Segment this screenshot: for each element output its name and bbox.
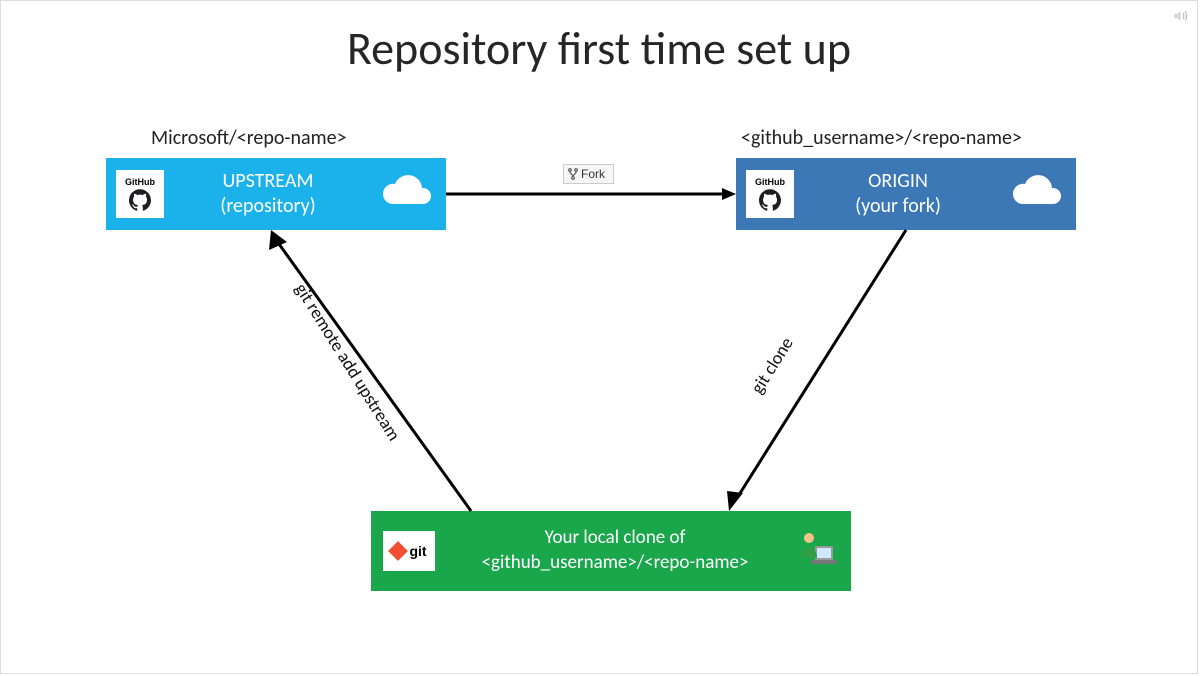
- fork-arrow: [446, 187, 736, 201]
- local-line1: Your local clone of: [545, 526, 686, 549]
- slide: Repository first time set up Microsoft/<…: [0, 0, 1198, 674]
- fork-button-label: Fork: [581, 167, 605, 181]
- origin-box: GitHub ORIGIN (your fork): [736, 158, 1076, 230]
- origin-path-label: <github_username>/<repo-name>: [741, 126, 1022, 150]
- upstream-line2: (repository): [220, 194, 315, 218]
- user-at-computer-icon: [795, 528, 837, 575]
- github-icon: GitHub: [746, 170, 794, 218]
- remote-add-arrow: [261, 230, 481, 515]
- slide-title: Repository first time set up: [1, 21, 1197, 77]
- upstream-box: GitHub UPSTREAM (repository): [106, 158, 446, 230]
- fork-button[interactable]: Fork: [563, 164, 614, 184]
- cloud-icon: [372, 172, 436, 217]
- local-line2: <github_username>/<repo-name>: [482, 551, 749, 574]
- upstream-text: UPSTREAM (repository): [164, 169, 372, 219]
- origin-line2: (your fork): [855, 194, 941, 218]
- upstream-line1: UPSTREAM: [222, 169, 313, 193]
- fork-icon: [568, 168, 578, 180]
- cloud-icon: [1002, 172, 1066, 217]
- origin-line1: ORIGIN: [868, 169, 928, 193]
- git-icon-label: git: [409, 543, 426, 559]
- clone-arrow: [721, 230, 921, 515]
- github-icon-label: GitHub: [125, 178, 155, 187]
- github-icon: GitHub: [116, 170, 164, 218]
- upstream-path-label: Microsoft/<repo-name>: [151, 126, 347, 150]
- origin-text: ORIGIN (your fork): [794, 169, 1002, 219]
- git-icon: git: [383, 531, 435, 571]
- github-icon-label: GitHub: [755, 178, 785, 187]
- local-box: git Your local clone of <github_username…: [371, 511, 851, 591]
- local-text: Your local clone of <github_username>/<r…: [435, 526, 795, 575]
